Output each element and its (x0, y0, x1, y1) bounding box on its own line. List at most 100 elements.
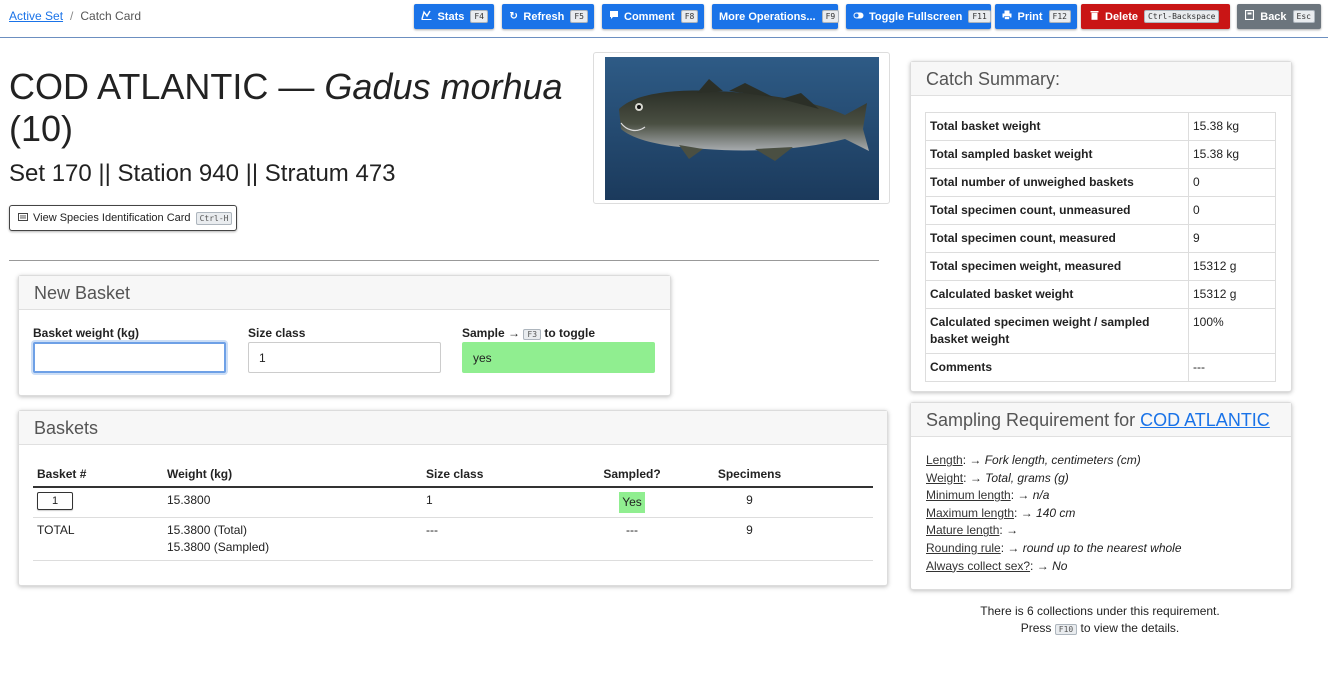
summary-label: Total number of unweighed baskets (925, 168, 1189, 197)
toggle-fullscreen-key: F11 (968, 10, 991, 23)
total-weight-cell: 15.3800 (Total) 15.3800 (Sampled) (163, 517, 422, 561)
sample-toggle-field: Sample → F3 to toggle yes (462, 326, 655, 373)
requirement-label-link[interactable]: Maximum length (926, 506, 1014, 520)
header-divider (9, 260, 879, 261)
basket-weight-label: Basket weight (kg) (33, 326, 140, 340)
top-bar: Active Set / Catch Card Stats F4 ↻ Refresh… (0, 0, 1328, 38)
toggle-icon (853, 11, 864, 22)
more-operations-button[interactable]: More Operations... F9 (712, 4, 840, 29)
note-suffix: to view the details. (1080, 621, 1180, 635)
title-dash: — (278, 66, 315, 107)
basket-weight-input[interactable] (33, 342, 226, 373)
delete-key: Ctrl-Backspace (1144, 10, 1220, 23)
summary-row: Total sampled basket weight 15.38 kg (925, 140, 1276, 169)
refresh-label: Refresh (523, 10, 565, 23)
id-card-icon (18, 213, 28, 223)
requirement-colon: : (1014, 505, 1021, 520)
requirement-label-link[interactable]: Weight (926, 471, 963, 485)
total-weight: 15.3800 (Total) (167, 523, 248, 537)
requirement-item: Rounding rule: → round up to the nearest… (926, 540, 1182, 558)
table-row: 1 15.3800 1 Yes 9 (33, 487, 873, 518)
summary-row: Total specimen count, measured 9 (925, 224, 1276, 253)
summary-value: 9 (1188, 224, 1276, 253)
back-button[interactable]: Back Esc (1237, 4, 1321, 29)
requirement-label-link[interactable]: Mature length (926, 523, 999, 537)
summary-label: Calculated specimen weight / sampled bas… (925, 308, 1189, 354)
delete-button[interactable]: Delete Ctrl-Backspace (1081, 4, 1230, 29)
size-class-label: Size class (248, 326, 306, 340)
requirement-label-link[interactable]: Length (926, 453, 963, 467)
sampling-requirement-title: Sampling Requirement for COD ATLANTIC (911, 403, 1291, 437)
species-common-name: COD ATLANTIC (9, 66, 269, 107)
collections-note-line1: There is 6 collections under this requir… (980, 604, 1220, 618)
basket-size-cell: 1 (422, 487, 572, 518)
arrow-icon: → (1020, 505, 1033, 520)
print-label: Print (1017, 10, 1043, 23)
back-key: Esc (1292, 10, 1315, 23)
arrow-icon: → (969, 453, 982, 467)
refresh-button[interactable]: ↻ Refresh F5 (502, 4, 594, 29)
requirement-label-link[interactable]: Always collect sex? (926, 559, 1030, 573)
requirement-item: Weight: → Total, grams (g) (926, 470, 1182, 488)
refresh-key: F5 (570, 10, 588, 23)
breadcrumb-current: Catch Card (80, 9, 142, 23)
new-basket-title: New Basket (19, 276, 670, 310)
arrow-icon: → (1036, 558, 1049, 573)
summary-value: 15312 g (1188, 280, 1276, 309)
toggle-fullscreen-button[interactable]: Toggle Fullscreen F11 (846, 4, 991, 29)
summary-label: Total sampled basket weight (925, 140, 1189, 169)
page-title: COD ATLANTIC — Gadus morhua (10) (9, 66, 589, 150)
basket-weight-cell: 15.3800 (163, 487, 422, 518)
stats-button[interactable]: Stats F4 (414, 4, 494, 29)
summary-value: 100% (1188, 308, 1276, 354)
col-sampled: Sampled? (572, 463, 692, 488)
col-basket-num: Basket # (33, 463, 163, 488)
requirement-label-link[interactable]: Rounding rule (926, 541, 1001, 555)
requirement-label-link[interactable]: Minimum length (926, 488, 1011, 502)
view-species-id-card-button[interactable]: View Species Identification Card Ctrl-H (9, 205, 237, 231)
page-subtitle: Set 170 || Station 940 || Stratum 473 (9, 160, 396, 187)
more-operations-key: F9 (821, 10, 840, 23)
breadcrumb-active-set-link[interactable]: Active Set (9, 9, 63, 23)
total-row: TOTAL 15.3800 (Total) 15.3800 (Sampled) … (33, 517, 873, 561)
more-operations-label: More Operations... (719, 10, 816, 23)
catch-summary-card: Catch Summary: Total basket weight 15.38 … (910, 61, 1292, 392)
summary-label: Total specimen count, measured (925, 224, 1189, 253)
total-label: TOTAL (33, 517, 163, 561)
basket-specimens-cell: 9 (692, 487, 873, 518)
requirement-item: Length: → Fork length, centimeters (cm) (926, 452, 1182, 470)
summary-value: 15.38 kg (1188, 112, 1276, 141)
comment-button[interactable]: Comment F8 (602, 4, 704, 29)
summary-row: Total specimen weight, measured 15312 g (925, 252, 1276, 281)
size-class-field: Size class 1 (248, 326, 441, 373)
requirement-value: Fork length, centimeters (cm) (984, 453, 1141, 467)
back-icon (1244, 9, 1255, 23)
basket-sampled-cell: Yes (572, 487, 692, 518)
id-card-label: View Species Identification Card (33, 212, 191, 224)
col-specimens: Specimens (692, 463, 873, 488)
collections-key: F10 (1054, 624, 1078, 635)
sample-toggle-input[interactable]: yes (462, 342, 655, 373)
species-photo (605, 57, 879, 200)
col-weight: Weight (kg) (163, 463, 422, 488)
size-class-input[interactable]: 1 (248, 342, 441, 373)
total-weight-sampled: 15.3800 (Sampled) (167, 540, 270, 554)
arrow-icon: → (1017, 488, 1030, 503)
baskets-table: Basket # Weight (kg) Size class Sampled?… (33, 463, 873, 561)
refresh-icon: ↻ (509, 11, 518, 22)
basket-num-cell: 1 (33, 487, 163, 518)
requirement-item: Always collect sex?: → No (926, 558, 1182, 576)
summary-row: Total number of unweighed baskets 0 (925, 168, 1276, 197)
print-button[interactable]: Print F12 (995, 4, 1077, 29)
sampled-badge[interactable]: Yes (619, 492, 645, 513)
arrow-icon: → (1007, 540, 1020, 555)
basket-num-button[interactable]: 1 (37, 492, 73, 510)
baskets-card: Baskets Basket # Weight (kg) Size class … (18, 410, 888, 586)
summary-value: 0 (1188, 168, 1276, 197)
total-size-cell: --- (422, 517, 572, 561)
back-label: Back (1260, 10, 1287, 23)
species-latin-name: Gadus morhua (324, 66, 563, 107)
sampling-species-link[interactable]: COD ATLANTIC (1140, 410, 1270, 430)
breadcrumb-separator: / (70, 9, 74, 23)
requirement-item: Maximum length: → 140 cm (926, 505, 1182, 523)
